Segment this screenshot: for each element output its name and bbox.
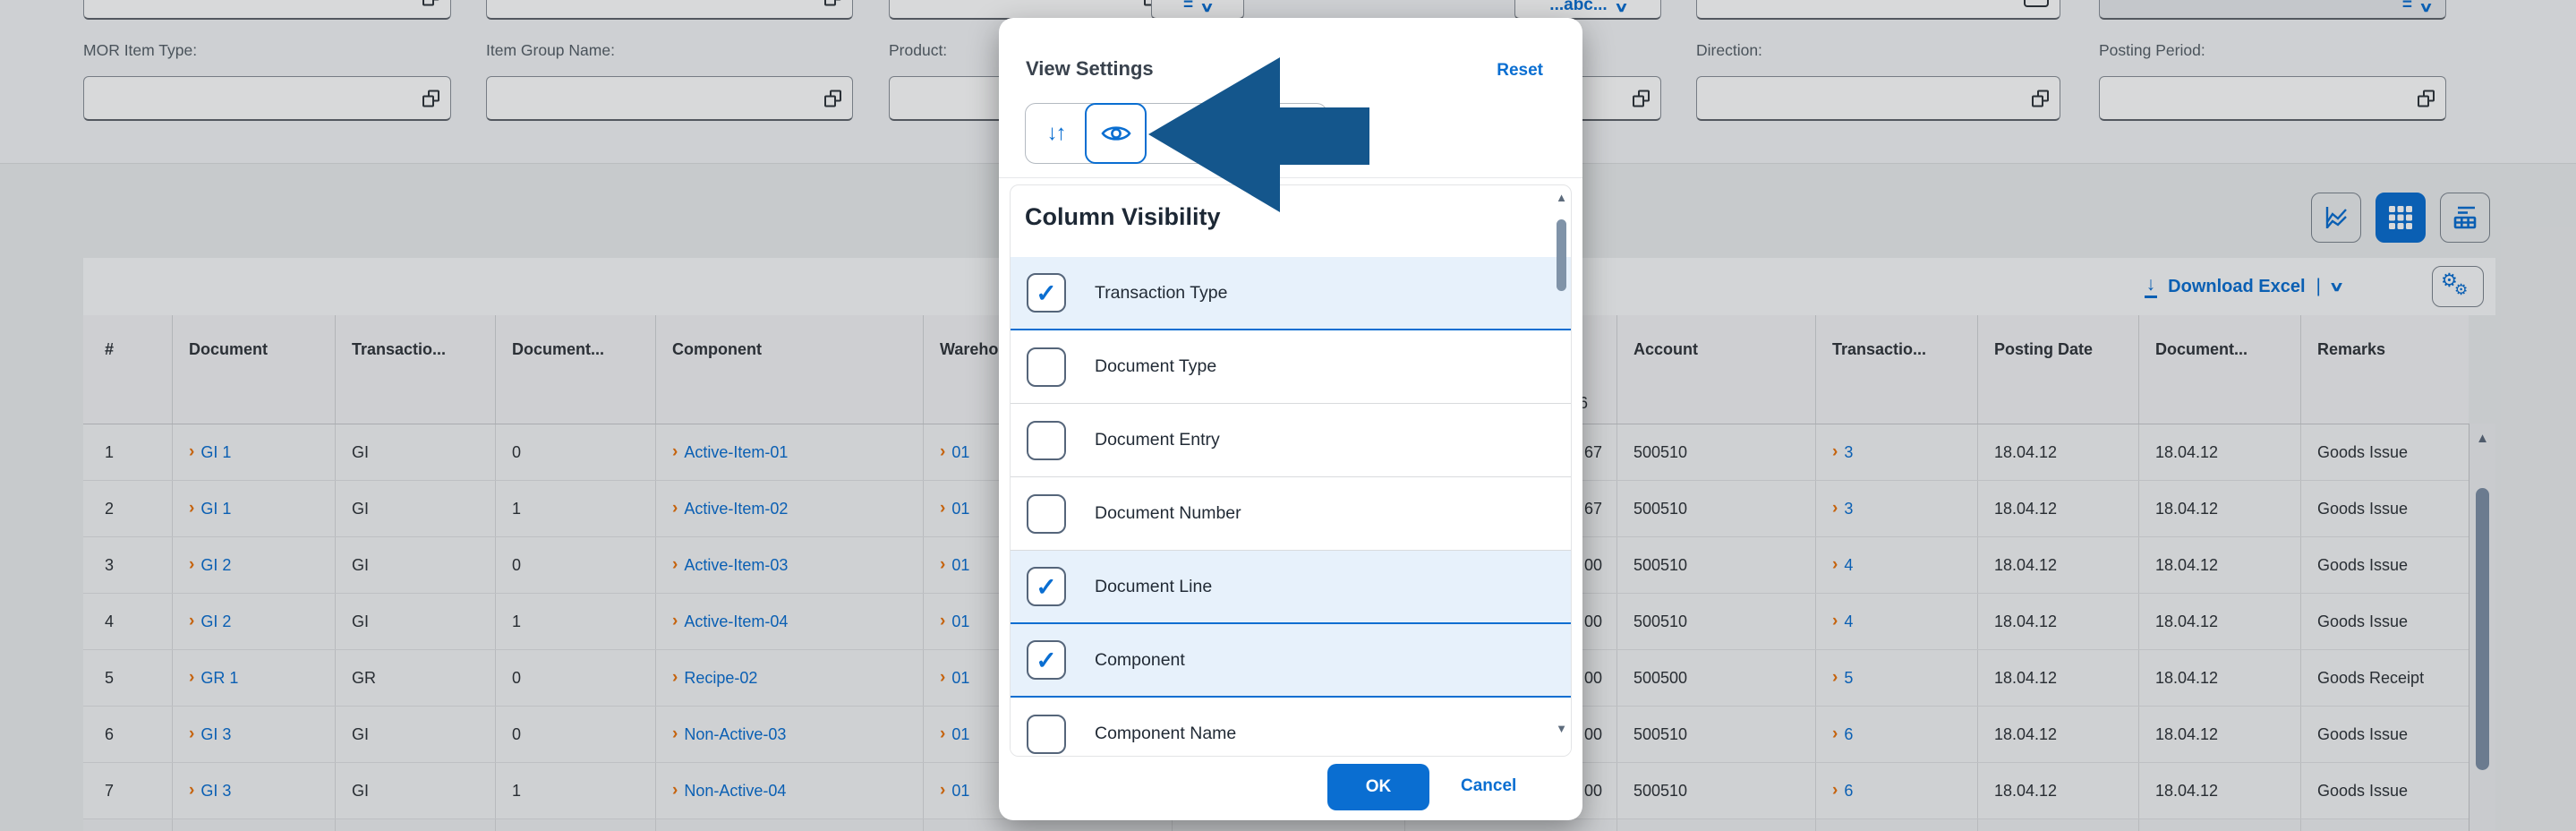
app-window: =∨ ...abc...∨ ... =∨ MOR Item Type: Item… — [0, 0, 2576, 831]
column-item-label: Document Line — [1095, 577, 1212, 597]
scroll-up-icon[interactable]: ▲ — [1555, 191, 1568, 204]
checkbox-unchecked[interactable] — [1027, 715, 1066, 754]
cancel-button[interactable]: Cancel — [1461, 776, 1516, 796]
column-item-label: Document Entry — [1095, 430, 1220, 450]
checkmark-icon: ✓ — [1036, 278, 1056, 308]
column-item-label: Document Type — [1095, 356, 1216, 377]
sort-tab[interactable]: ↓↑ — [1026, 104, 1086, 163]
column-item-document-entry[interactable]: Document Entry — [1011, 404, 1572, 477]
column-item-label: Component Name — [1095, 724, 1236, 744]
column-item-transaction-type[interactable]: ✓ Transaction Type — [1011, 257, 1572, 330]
checkbox-unchecked[interactable] — [1027, 421, 1066, 460]
view-settings-dialog: View Settings Reset ↓↑ Column Visibility… — [999, 18, 1582, 820]
dialog-header-separator — [999, 177, 1582, 178]
checkmark-icon: ✓ — [1036, 646, 1056, 675]
checkbox-unchecked[interactable] — [1027, 494, 1066, 534]
checkbox-unchecked[interactable] — [1027, 347, 1066, 387]
column-item-component-name[interactable]: Component Name — [1011, 698, 1572, 757]
column-visibility-title: Column Visibility — [1025, 203, 1221, 231]
column-item-document-line[interactable]: ✓ Document Line — [1011, 551, 1572, 624]
column-item-label: Document Number — [1095, 503, 1241, 524]
settings-tab-bar: ↓↑ — [1025, 103, 1327, 164]
ok-button[interactable]: OK — [1327, 764, 1429, 810]
dialog-title: View Settings — [1026, 57, 1154, 81]
column-visibility-panel: Column Visibility ✓ Transaction Type Doc… — [1010, 184, 1572, 757]
sort-icon: ↓↑ — [1047, 121, 1065, 146]
column-item-document-type[interactable]: Document Type — [1011, 330, 1572, 404]
column-visibility-tab[interactable] — [1085, 103, 1147, 164]
eye-icon — [1101, 122, 1131, 145]
checkbox-checked[interactable]: ✓ — [1027, 273, 1066, 313]
column-item-label: Transaction Type — [1095, 283, 1228, 304]
dialog-list-scrollbar[interactable]: ▲ ▼ — [1555, 189, 1568, 751]
reset-button[interactable]: Reset — [1497, 61, 1543, 81]
scroll-down-icon[interactable]: ▼ — [1555, 722, 1568, 735]
column-item-component[interactable]: ✓ Component — [1011, 624, 1572, 698]
checkmark-icon: ✓ — [1036, 572, 1056, 602]
checkbox-checked[interactable]: ✓ — [1027, 640, 1066, 680]
scrollbar-thumb[interactable] — [1557, 219, 1566, 291]
column-item-label: Component — [1095, 650, 1185, 671]
column-item-document-number[interactable]: Document Number — [1011, 477, 1572, 551]
checkbox-checked[interactable]: ✓ — [1027, 567, 1066, 606]
